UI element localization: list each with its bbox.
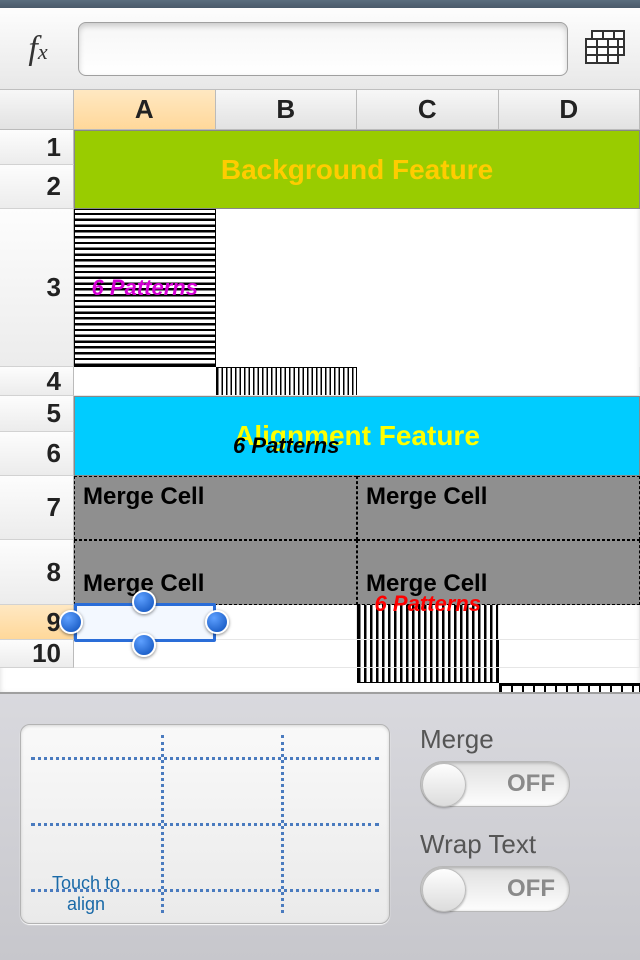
formula-input[interactable] <box>78 22 568 76</box>
column-headers: A B C D <box>0 90 640 130</box>
toggle-state: OFF <box>507 770 555 798</box>
row-header-8[interactable]: 8 <box>0 540 74 605</box>
wrap-toggle[interactable]: OFF <box>420 866 570 912</box>
cell-text: Background Feature <box>221 154 493 186</box>
row-header-1[interactable]: 1 <box>0 130 74 165</box>
cell-text: 6 Patterns <box>233 433 339 459</box>
row-header-2[interactable]: 2 <box>0 165 74 209</box>
cell-a3[interactable]: 6 Patterns <box>74 209 216 367</box>
cell-merge-bl[interactable]: Merge Cell <box>74 540 357 605</box>
cell-merge-tr[interactable]: Merge Cell <box>357 476 640 540</box>
row-header-4[interactable]: 4 <box>0 367 74 396</box>
selection-handle-left[interactable] <box>59 610 83 634</box>
cell-row4[interactable] <box>74 367 640 396</box>
corner-cell[interactable] <box>0 90 74 130</box>
merge-label: Merge <box>420 724 620 755</box>
cell-d3[interactable]: 6 Patterns <box>499 683 640 692</box>
sheet-switch-button[interactable] <box>578 27 632 71</box>
cell-text: 6 Patterns <box>92 275 198 301</box>
merge-toggle[interactable]: OFF <box>420 761 570 807</box>
cell-text: 6 Patterns <box>375 591 481 617</box>
cell-text: Merge Cell <box>366 483 487 511</box>
toggle-knob <box>422 868 466 912</box>
wrap-label: Wrap Text <box>420 829 620 860</box>
status-bar <box>0 0 640 8</box>
cell-d9[interactable] <box>499 605 640 640</box>
fx-icon: fx <box>8 30 68 68</box>
cell-row10[interactable] <box>74 640 640 668</box>
row-header-7[interactable]: 7 <box>0 476 74 540</box>
selection-handle-bottom[interactable] <box>132 633 156 657</box>
column-header-b[interactable]: B <box>216 90 358 130</box>
row-header-3[interactable]: 3 <box>0 209 74 367</box>
cell-bg-feature[interactable]: Background Feature <box>74 130 640 209</box>
toggle-knob <box>422 763 466 807</box>
cell-align-feature[interactable]: Alignment Feature <box>74 396 640 476</box>
spreadsheet[interactable]: A B C D 12345678910 Background Feature 6… <box>0 90 640 694</box>
column-header-c[interactable]: C <box>357 90 499 130</box>
cell-text: Merge Cell <box>83 483 204 511</box>
alignment-hint: Touch to align <box>41 873 131 915</box>
cell-merge-tl[interactable]: Merge Cell <box>74 476 357 540</box>
format-panel: Touch to align Merge OFF Wrap Text OFF <box>0 694 640 960</box>
formula-bar: fx <box>0 8 640 90</box>
column-header-d[interactable]: D <box>499 90 640 130</box>
row-headers: 12345678910 <box>0 130 74 692</box>
column-header-a[interactable]: A <box>74 90 216 130</box>
selection-handle-top[interactable] <box>132 590 156 614</box>
selection-handle-right[interactable] <box>205 610 229 634</box>
row-header-6[interactable]: 6 <box>0 432 74 476</box>
cell-grid[interactable]: Background Feature 6 Patterns 6 Patterns… <box>74 130 640 692</box>
row-header-5[interactable]: 5 <box>0 396 74 432</box>
alignment-pad[interactable]: Touch to align <box>20 724 390 924</box>
toggle-state: OFF <box>507 875 555 903</box>
cell-b9[interactable] <box>216 605 358 640</box>
row-header-10[interactable]: 10 <box>0 640 74 668</box>
